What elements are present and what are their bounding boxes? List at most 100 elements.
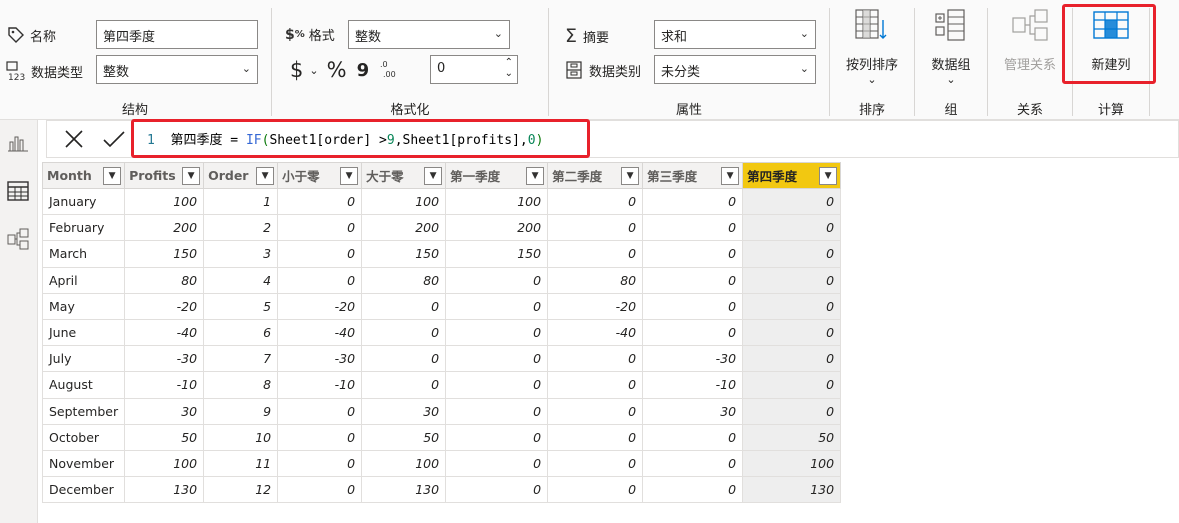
table-cell[interactable]: 0 bbox=[642, 214, 744, 242]
table-cell[interactable]: 100 bbox=[361, 187, 447, 216]
column-header[interactable]: Order ▼ bbox=[203, 162, 279, 189]
table-cell[interactable]: 0 bbox=[361, 318, 447, 347]
table-cell[interactable]: 0 bbox=[277, 240, 363, 268]
month-cell[interactable]: October bbox=[41, 423, 126, 451]
chevron-down-icon[interactable]: ⌄ bbox=[309, 64, 318, 77]
table-cell[interactable]: 200 bbox=[361, 214, 447, 242]
table-cell[interactable]: 0 bbox=[445, 266, 549, 294]
table-cell[interactable]: 0 bbox=[361, 345, 447, 373]
table-cell[interactable]: 0 bbox=[445, 292, 549, 320]
table-cell[interactable]: 0 bbox=[277, 397, 363, 425]
table-cell[interactable]: 150 bbox=[445, 240, 549, 268]
table-cell[interactable]: 0 bbox=[445, 318, 549, 347]
month-cell[interactable]: May bbox=[41, 292, 126, 320]
month-cell[interactable]: August bbox=[41, 371, 126, 399]
table-cell[interactable]: 0 bbox=[642, 476, 744, 504]
format-select[interactable]: 整数 ⌄ bbox=[348, 20, 510, 49]
table-cell[interactable]: 50 bbox=[124, 423, 205, 451]
table-cell[interactable]: -40 bbox=[124, 318, 205, 347]
column-header[interactable]: Month ▼ bbox=[41, 162, 126, 189]
data-groups-button[interactable]: 数据组 ⌄ bbox=[921, 8, 981, 86]
table-cell[interactable]: 100 bbox=[124, 187, 205, 216]
table-cell[interactable]: 0 bbox=[547, 187, 644, 216]
table-cell[interactable]: 0 bbox=[277, 423, 363, 451]
table-cell[interactable]: -10 bbox=[642, 371, 744, 399]
month-cell[interactable]: March bbox=[41, 240, 126, 268]
column-header[interactable]: 第三季度 ▼ bbox=[642, 162, 744, 189]
table-cell[interactable]: 0 bbox=[277, 214, 363, 242]
table-cell[interactable]: 0 bbox=[642, 423, 744, 451]
table-view-icon[interactable] bbox=[7, 180, 29, 202]
table-cell[interactable]: 0 bbox=[445, 345, 549, 373]
decimal-places-icon[interactable]: .0.00 bbox=[379, 58, 397, 82]
table-cell[interactable]: 0 bbox=[445, 449, 549, 478]
table-cell[interactable]: -40 bbox=[277, 318, 363, 347]
table-cell[interactable]: 8 bbox=[203, 371, 279, 399]
table-cell[interactable]: 10 bbox=[203, 423, 279, 451]
table-cell[interactable]: 0 bbox=[642, 240, 744, 268]
table-cell[interactable]: 6 bbox=[203, 318, 279, 347]
table-cell[interactable]: 0 bbox=[277, 187, 363, 216]
table-cell[interactable]: 80 bbox=[361, 266, 447, 294]
table-cell[interactable]: 0 bbox=[547, 240, 644, 268]
table-cell[interactable]: -30 bbox=[642, 345, 744, 373]
table-cell[interactable]: 4 bbox=[203, 266, 279, 294]
chevron-down-icon[interactable]: ▼ bbox=[819, 167, 838, 185]
table-cell[interactable]: 0 bbox=[445, 397, 549, 425]
table-cell[interactable]: 0 bbox=[277, 266, 363, 294]
table-cell[interactable]: -20 bbox=[124, 292, 205, 320]
table-cell[interactable]: 0 bbox=[277, 449, 363, 478]
month-cell[interactable]: June bbox=[41, 318, 126, 347]
chevron-down-icon[interactable]: ▼ bbox=[340, 167, 359, 185]
month-cell[interactable]: February bbox=[41, 214, 126, 242]
table-cell[interactable]: 0 bbox=[547, 423, 644, 451]
table-cell[interactable]: 0 bbox=[445, 423, 549, 451]
table-cell[interactable]: 11 bbox=[203, 449, 279, 478]
column-header[interactable]: Profits ▼ bbox=[124, 162, 205, 189]
summary-select[interactable]: 求和 ⌄ bbox=[654, 20, 816, 49]
table-cell[interactable]: 0 bbox=[445, 476, 549, 504]
table-cell[interactable]: 0 bbox=[742, 214, 842, 242]
table-cell[interactable]: 2 bbox=[203, 214, 279, 242]
month-cell[interactable]: January bbox=[41, 187, 126, 216]
table-cell[interactable]: 0 bbox=[742, 187, 842, 216]
spin-up-icon[interactable]: ⌃ bbox=[505, 57, 513, 68]
spin-down-icon[interactable]: ⌄ bbox=[505, 68, 513, 79]
table-cell[interactable]: 100 bbox=[124, 449, 205, 478]
table-cell[interactable]: 0 bbox=[445, 371, 549, 399]
table-cell[interactable]: 9 bbox=[203, 397, 279, 425]
table-cell[interactable]: -30 bbox=[124, 345, 205, 373]
column-header[interactable]: 小于零 ▼ bbox=[277, 162, 363, 189]
table-cell[interactable]: 0 bbox=[742, 345, 842, 373]
table-cell[interactable]: 0 bbox=[547, 371, 644, 399]
model-view-icon[interactable] bbox=[7, 228, 29, 250]
table-cell[interactable]: -10 bbox=[124, 371, 205, 399]
table-cell[interactable]: -40 bbox=[547, 318, 644, 347]
datatype-select[interactable]: 整数 ⌄ bbox=[96, 55, 258, 84]
table-cell[interactable]: 0 bbox=[547, 214, 644, 242]
table-cell[interactable]: 1 bbox=[203, 187, 279, 216]
table-cell[interactable]: 0 bbox=[361, 371, 447, 399]
decimal-places-input[interactable]: 0 ⌃ ⌄ bbox=[430, 55, 518, 84]
table-cell[interactable]: 100 bbox=[361, 449, 447, 478]
table-cell[interactable]: 0 bbox=[742, 397, 842, 425]
table-cell[interactable]: 100 bbox=[445, 187, 549, 216]
table-cell[interactable]: 0 bbox=[742, 240, 842, 268]
month-cell[interactable]: December bbox=[41, 476, 126, 504]
table-cell[interactable]: 0 bbox=[547, 476, 644, 504]
sort-by-column-button[interactable]: 按列排序 ⌄ bbox=[838, 8, 906, 86]
month-cell[interactable]: April bbox=[41, 266, 126, 294]
table-cell[interactable]: -20 bbox=[277, 292, 363, 320]
table-cell[interactable]: -30 bbox=[277, 345, 363, 373]
table-cell[interactable]: 130 bbox=[742, 476, 842, 504]
table-cell[interactable]: 50 bbox=[742, 423, 842, 451]
table-cell[interactable]: 5 bbox=[203, 292, 279, 320]
table-cell[interactable]: 0 bbox=[547, 345, 644, 373]
month-cell[interactable]: July bbox=[41, 345, 126, 373]
table-cell[interactable]: 30 bbox=[124, 397, 205, 425]
cancel-formula-icon[interactable] bbox=[62, 127, 86, 151]
percent-button[interactable]: % bbox=[327, 58, 347, 82]
chevron-down-icon[interactable]: ▼ bbox=[103, 167, 122, 185]
table-cell[interactable]: 0 bbox=[742, 371, 842, 399]
table-cell[interactable]: 150 bbox=[361, 240, 447, 268]
